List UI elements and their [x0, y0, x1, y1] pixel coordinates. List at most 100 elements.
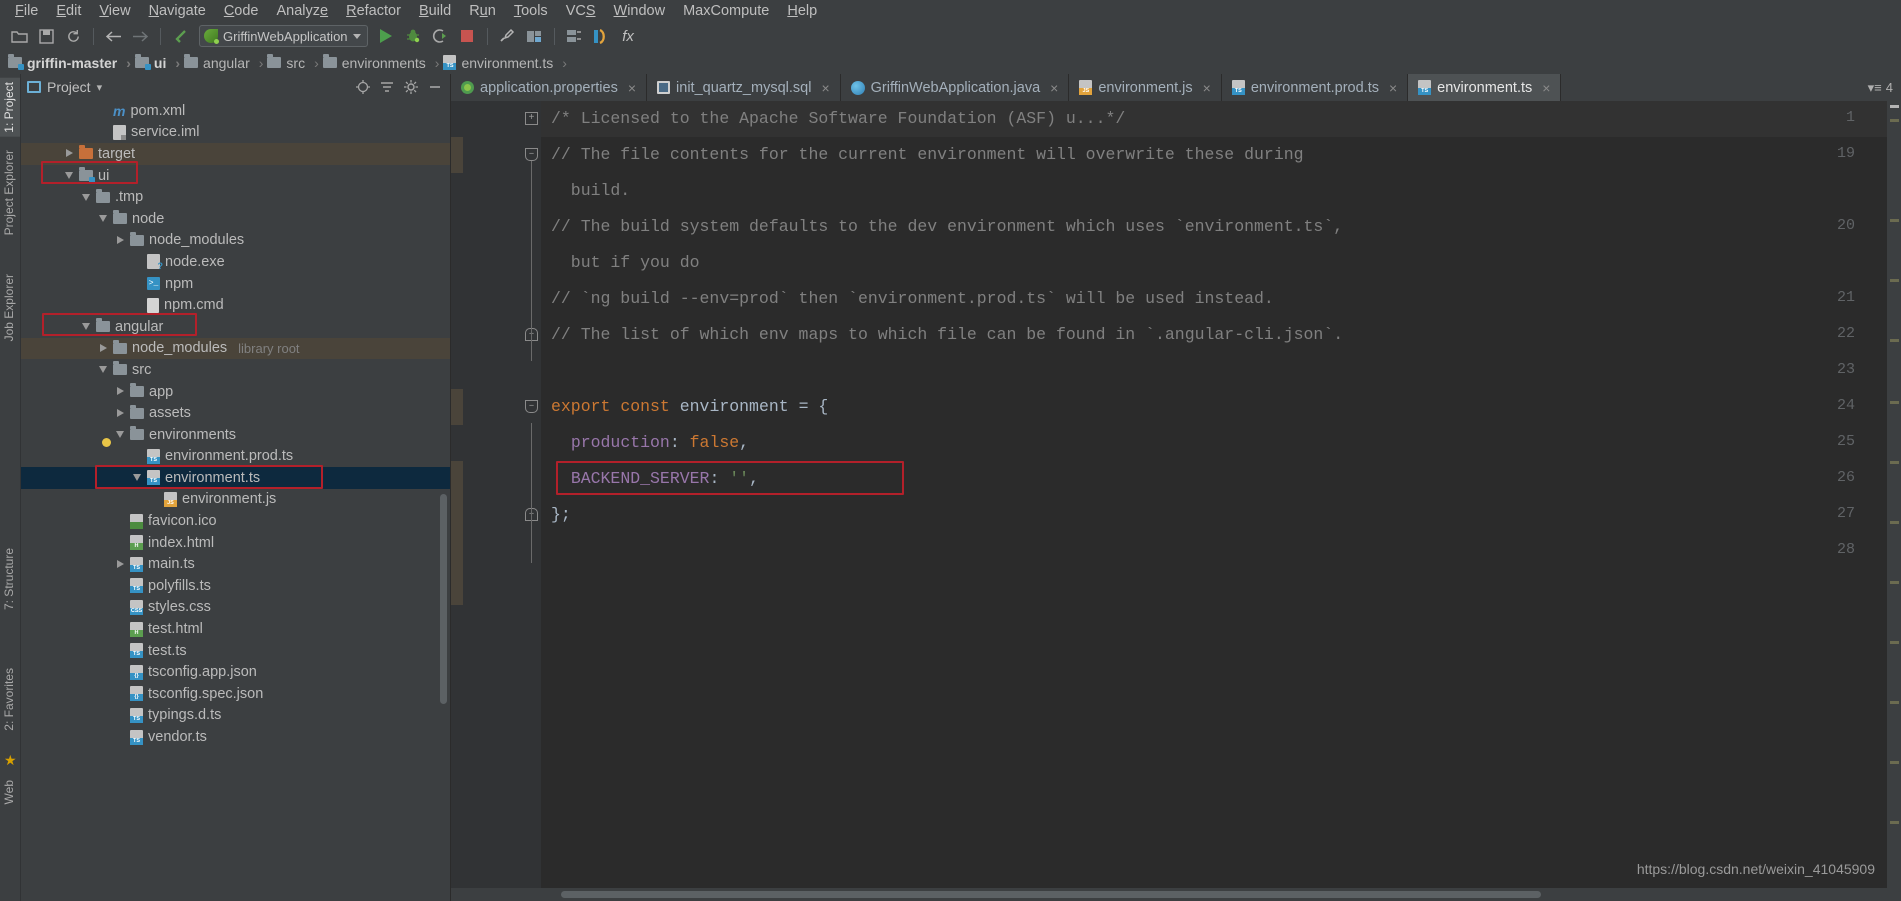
menu-item-refactor[interactable]: Refactor: [337, 3, 410, 19]
project-structure-icon[interactable]: [523, 25, 546, 48]
code-line[interactable]: export const environment = {: [551, 389, 828, 425]
menu-item-navigate[interactable]: Navigate: [140, 3, 215, 19]
forward-arrow-icon[interactable]: [129, 25, 152, 48]
fold-expand-icon[interactable]: +: [525, 112, 538, 125]
tree-node-node-exe[interactable]: node.exe: [21, 251, 450, 273]
maxcompute-icon[interactable]: [590, 25, 613, 48]
stop-icon[interactable]: [456, 25, 479, 48]
menu-item-maxcompute[interactable]: MaxCompute: [674, 3, 778, 19]
tree-node--tmp[interactable]: .tmp: [21, 186, 450, 208]
code-content[interactable]: /* Licensed to the Apache Software Found…: [541, 101, 1901, 901]
breadcrumb-item-src[interactable]: src ›: [267, 54, 320, 71]
editor-tab-application-properties[interactable]: application.properties ×: [451, 74, 648, 101]
code-line[interactable]: // `ng build --env=prod` then `environme…: [551, 281, 1274, 317]
tree-down-arrow-icon[interactable]: [116, 430, 125, 439]
fx-icon[interactable]: fx: [617, 25, 640, 48]
editor-tab-init-quartz-mysql-sql[interactable]: init_quartz_mysql.sql ×: [647, 74, 841, 101]
debug-icon[interactable]: [402, 25, 425, 48]
tree-right-arrow-icon[interactable]: [65, 149, 74, 158]
tree-node-favicon-ico[interactable]: favicon.ico: [21, 510, 450, 532]
tree-node-typings-d-ts[interactable]: typings.d.ts: [21, 705, 450, 727]
tree-right-arrow-icon[interactable]: [116, 387, 125, 396]
menu-item-view[interactable]: View: [90, 3, 139, 19]
project-file-tree[interactable]: m pom.xml service.iml target ui .tmp node node_…: [21, 100, 450, 901]
tree-right-arrow-icon[interactable]: [116, 408, 125, 418]
run-icon[interactable]: [375, 25, 398, 48]
intention-bulb-icon[interactable]: [102, 438, 111, 447]
sync-icon[interactable]: [62, 25, 85, 48]
tree-node-index-html[interactable]: index.html: [21, 532, 450, 554]
code-line[interactable]: /* Licensed to the Apache Software Found…: [551, 101, 1125, 137]
breadcrumb-item-griffin-master[interactable]: griffin-master ›: [8, 54, 133, 71]
tree-down-arrow-icon[interactable]: [82, 193, 91, 202]
code-line[interactable]: // The build system defaults to the dev …: [551, 209, 1343, 245]
tree-node-service-iml[interactable]: service.iml: [21, 122, 450, 144]
tree-right-arrow-icon[interactable]: [116, 559, 125, 569]
close-icon[interactable]: ×: [1203, 80, 1211, 96]
menu-item-window[interactable]: Window: [605, 3, 675, 19]
tree-node-src[interactable]: src: [21, 359, 450, 381]
make-project-icon[interactable]: [169, 25, 192, 48]
code-editor[interactable]: /* Licensed to the Apache Software Found…: [451, 101, 1901, 901]
code-line[interactable]: production: false,: [551, 425, 749, 461]
rail-item-structure[interactable]: 7: Structure: [0, 544, 20, 614]
tree-down-arrow-icon[interactable]: [133, 473, 142, 482]
tree-node-npm[interactable]: >_ npm: [21, 273, 450, 295]
run-configuration-selector[interactable]: GriffinWebApplication: [199, 25, 368, 47]
close-icon[interactable]: ×: [1542, 80, 1550, 96]
tree-node-tsconfig-app-json[interactable]: tsconfig.app.json: [21, 661, 450, 683]
settings-wrench-icon[interactable]: [496, 25, 519, 48]
editor-right-marker-bar[interactable]: [1887, 101, 1901, 901]
fold-collapse-icon[interactable]: –: [525, 148, 538, 161]
menu-item-file[interactable]: File: [6, 3, 47, 19]
close-icon[interactable]: ×: [628, 80, 636, 96]
code-line[interactable]: but if you do: [551, 245, 700, 281]
code-line[interactable]: build.: [551, 173, 630, 209]
run-with-coverage-icon[interactable]: [429, 25, 452, 48]
tree-down-arrow-icon[interactable]: [99, 214, 108, 223]
tree-down-arrow-icon[interactable]: [99, 365, 108, 374]
tree-right-arrow-icon[interactable]: [116, 235, 125, 245]
hide-panel-icon[interactable]: [426, 78, 444, 96]
tree-node-test-html[interactable]: test.html: [21, 618, 450, 640]
code-line[interactable]: BACKEND_SERVER: '',: [551, 461, 759, 497]
tree-node-npm-cmd[interactable]: npm.cmd: [21, 294, 450, 316]
tree-node-main-ts[interactable]: main.ts: [21, 553, 450, 575]
code-line[interactable]: // The list of which env maps to which f…: [551, 317, 1343, 353]
tree-node-polyfills-ts[interactable]: polyfills.ts: [21, 575, 450, 597]
chevron-down-icon[interactable]: ▾: [97, 81, 103, 94]
gear-icon[interactable]: [402, 78, 420, 96]
menu-item-analyze[interactable]: Analyze: [268, 3, 338, 19]
editor-horizontal-scroll-thumb[interactable]: [561, 891, 1541, 898]
menu-item-vcs[interactable]: VCS: [557, 3, 605, 19]
rail-item-project[interactable]: 1: Project: [0, 78, 20, 137]
close-icon[interactable]: ×: [821, 80, 829, 96]
menu-item-build[interactable]: Build: [410, 3, 460, 19]
editor-tab-environment-js[interactable]: environment.js ×: [1069, 74, 1222, 101]
menu-item-tools[interactable]: Tools: [505, 3, 557, 19]
code-line[interactable]: // The file contents for the current env…: [551, 137, 1304, 173]
breadcrumb-item-angular[interactable]: angular ›: [184, 54, 265, 71]
close-icon[interactable]: ×: [1050, 80, 1058, 96]
tab-list-control[interactable]: ▾≡ 4: [1860, 74, 1901, 101]
editor-horizontal-scrollbar[interactable]: [451, 888, 1901, 901]
tree-node-environment-js[interactable]: environment.js: [21, 489, 450, 511]
tree-node-assets[interactable]: assets: [21, 402, 450, 424]
back-arrow-icon[interactable]: [102, 25, 125, 48]
tab-list-icon[interactable]: ▾≡: [1868, 80, 1882, 96]
tree-node-angular[interactable]: angular: [21, 316, 450, 338]
project-tree-scrollbar[interactable]: [440, 494, 447, 704]
editor-gutter[interactable]: [451, 101, 541, 901]
tree-node-node[interactable]: node: [21, 208, 450, 230]
menu-item-run[interactable]: Run: [460, 3, 505, 19]
tree-node-node-modules[interactable]: node_modules: [21, 230, 450, 252]
tree-down-arrow-icon[interactable]: [65, 171, 74, 180]
menu-item-code[interactable]: Code: [215, 3, 268, 19]
open-folder-icon[interactable]: [8, 25, 31, 48]
editor-tab-griffinwebapplication-java[interactable]: GriffinWebApplication.java ×: [841, 74, 1070, 101]
collapse-all-icon[interactable]: [378, 78, 396, 96]
editor-tab-environment-prod-ts[interactable]: environment.prod.ts ×: [1222, 74, 1409, 101]
menu-item-edit[interactable]: Edit: [47, 3, 90, 19]
tree-node-styles-css[interactable]: styles.css: [21, 597, 450, 619]
fold-collapse-icon[interactable]: –: [525, 400, 538, 413]
